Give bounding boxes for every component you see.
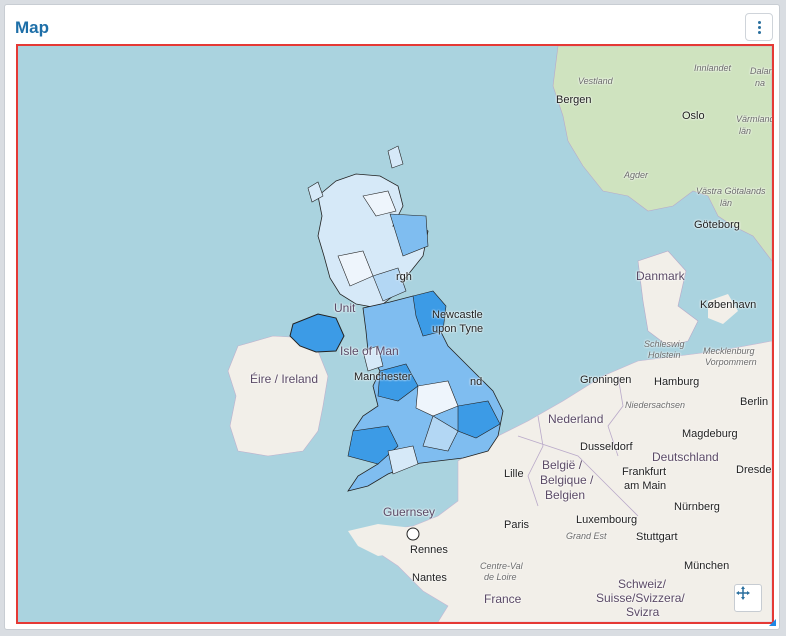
map-label-isle-of-man: Isle of Man xyxy=(340,344,399,358)
kebab-vertical-icon xyxy=(757,20,761,34)
map-label-dalarna: Dalar xyxy=(750,66,772,76)
map-label-danmark: Danmark xyxy=(636,269,685,283)
map-label-nurnberg: Nürnberg xyxy=(674,501,720,513)
map-label-belgie-2: Belgique / xyxy=(540,473,594,487)
map-label-kobenhavn: København xyxy=(700,299,757,311)
map-label-eire: Éire / Ireland xyxy=(250,372,319,386)
map-card: Map Bergen Oslo Vestland Agder Innlandet… xyxy=(4,4,780,630)
map-label-nantes: Nantes xyxy=(412,572,447,584)
map-label-edinburgh: rgh xyxy=(396,271,412,283)
map-label-niedersachsen: Niedersachsen xyxy=(625,400,686,410)
card-menu-button[interactable] xyxy=(745,13,773,41)
map-label-centre-1: Centre-Val xyxy=(480,561,523,571)
map-label-groningen: Groningen xyxy=(580,374,632,386)
map-label-goteborg: Göteborg xyxy=(694,219,740,231)
map-label-varmlands: Värmlands xyxy=(736,114,772,124)
map-label-munchen: München xyxy=(684,560,730,572)
map-label-luxembourg: Luxembourg xyxy=(576,514,638,526)
map-label-schweiz-2: Suisse/Svizzera/ xyxy=(596,591,685,605)
map-label-schweiz-3: Svizra xyxy=(626,605,660,619)
map-label-deutschland: Deutschland xyxy=(652,450,719,464)
map-label-stuttgart: Stuttgart xyxy=(636,531,678,543)
map-viewport[interactable]: Bergen Oslo Vestland Agder Innlandet Vär… xyxy=(16,44,774,624)
map-label-magdeburg: Magdeburg xyxy=(682,428,738,440)
map-label-paris: Paris xyxy=(504,519,530,531)
map-label-united: Unit xyxy=(334,301,356,315)
map-label-dresden: Dresde xyxy=(736,464,772,476)
map-label-frankfurt-1: Frankfurt xyxy=(622,466,667,478)
map-label-newcastle-1: Newcastle xyxy=(432,309,483,321)
map-label-rennes: Rennes xyxy=(410,544,448,556)
map-label-innlandet: Innlandet xyxy=(694,63,732,73)
map-label-holstein: Holstein xyxy=(648,350,681,360)
map-label-manchester: Manchester xyxy=(354,371,412,383)
map-label-mecklenburg: Mecklenburg xyxy=(703,346,755,356)
map-label-vorpommern: Vorpommern xyxy=(705,357,757,367)
map-label-dusseldorf: Dusseldorf xyxy=(580,441,633,453)
map-label-agder: Agder xyxy=(624,170,649,180)
map-label-lan: län xyxy=(739,126,752,136)
resize-grip[interactable] xyxy=(769,619,776,626)
map-label-england: nd xyxy=(470,376,483,388)
map-label-vastra-gotaland-2: län xyxy=(720,198,733,208)
map-label-france: France xyxy=(484,592,522,606)
map-label-belgie-1: België / xyxy=(542,458,583,472)
map-label-hamburg: Hamburg xyxy=(654,376,700,388)
map-label-oslo: Oslo xyxy=(682,110,705,122)
map-label-schweiz-1: Schweiz/ xyxy=(618,577,667,591)
map-label-frankfurt-2: am Main xyxy=(624,480,667,492)
map-label-grand-est: Grand Est xyxy=(566,531,607,541)
expand-map-button[interactable] xyxy=(734,584,762,612)
map-label-dalarna-2: na xyxy=(755,78,766,88)
map-label-centre-2: de Loire xyxy=(484,572,517,582)
map-label-belgie-3: Belgien xyxy=(545,488,586,502)
map-label-nederland: Nederland xyxy=(548,412,604,426)
map-label-newcastle-2: upon Tyne xyxy=(432,323,484,335)
card-title: Map xyxy=(15,18,49,37)
map-label-guernsey: Guernsey xyxy=(383,505,436,519)
map-label-bergen: Bergen xyxy=(556,94,592,106)
map-label-berlin: Berlin xyxy=(740,396,769,408)
map-label-lille: Lille xyxy=(504,468,524,480)
map-label-vastra-gotaland: Västra Götalands xyxy=(696,186,766,196)
map-label-vestland: Vestland xyxy=(578,76,613,86)
map-label-schleswig: Schleswig xyxy=(644,339,685,349)
